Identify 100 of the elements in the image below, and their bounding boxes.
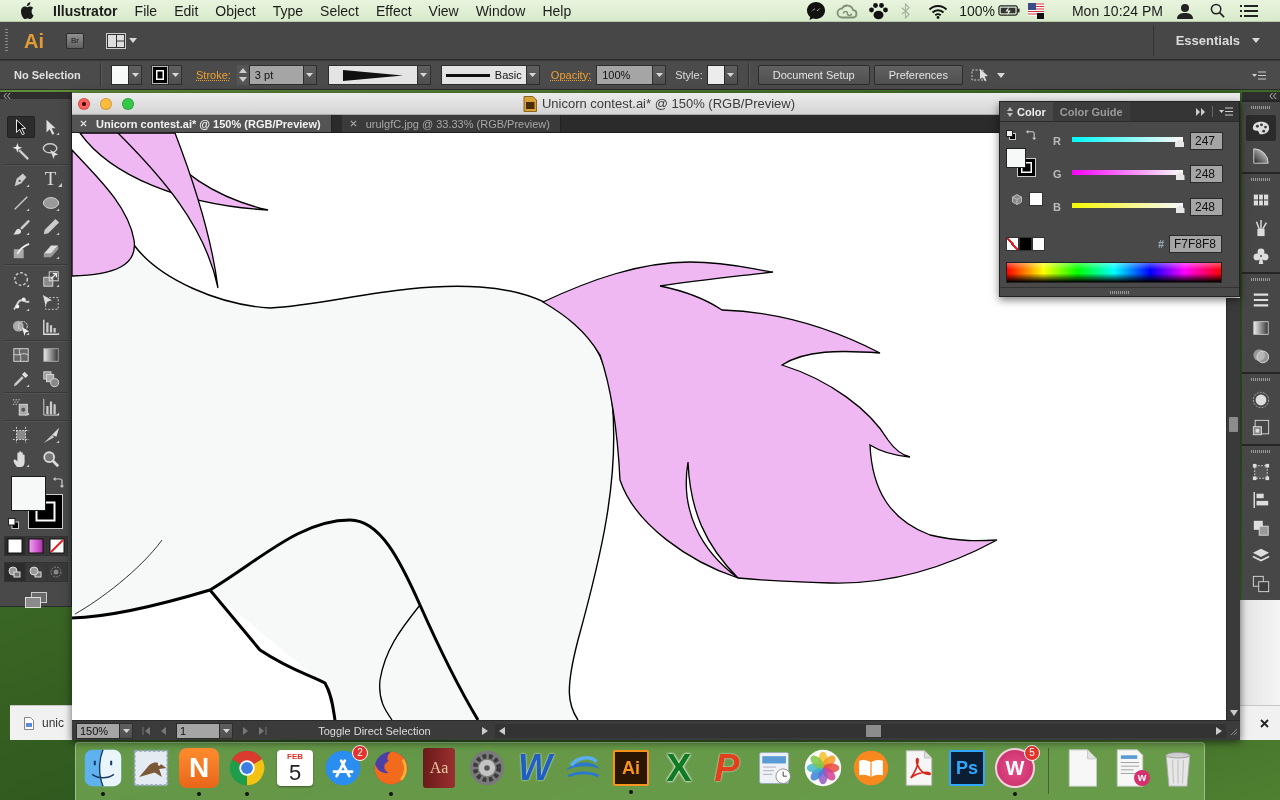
grip-handle[interactable] xyxy=(1109,291,1130,294)
collapse-icon[interactable] xyxy=(3,93,11,99)
opacity-field[interactable]: 100% xyxy=(596,65,654,85)
type-tool-button[interactable]: T xyxy=(36,168,65,190)
solid-swatch-icon[interactable] xyxy=(4,537,25,555)
cube-icon[interactable] xyxy=(1012,193,1022,205)
color-swatch[interactable] xyxy=(1032,237,1045,251)
cloud-icon[interactable] xyxy=(836,2,859,19)
paw-icon[interactable] xyxy=(868,1,890,20)
stroke-swatch[interactable] xyxy=(151,65,169,85)
grip-handle[interactable] xyxy=(1251,450,1271,453)
color-panel-button[interactable] xyxy=(1246,115,1276,141)
gear-icon[interactable] xyxy=(467,748,507,788)
web-color-swatch[interactable] xyxy=(1029,192,1043,206)
slider-thumb[interactable] xyxy=(1175,139,1185,147)
close-button[interactable] xyxy=(78,97,90,110)
menu-item[interactable]: Select xyxy=(320,2,359,19)
swap-arrow-icon[interactable] xyxy=(52,477,64,488)
chat-bubble-icon[interactable] xyxy=(806,0,827,21)
bridge-button[interactable]: Br xyxy=(66,32,84,49)
grip-handle[interactable] xyxy=(1251,106,1271,109)
value-field[interactable]: 248 xyxy=(1190,165,1223,183)
zoom-level-field[interactable]: 150% xyxy=(76,722,120,739)
collapse-icon[interactable] xyxy=(1269,93,1277,99)
graphic-style-swatch[interactable] xyxy=(706,65,725,85)
fill-swatch[interactable] xyxy=(1006,148,1026,168)
status-text[interactable]: Toggle Direct Selection xyxy=(267,724,482,737)
document-tab[interactable]: urulgfC.jpg @ 33.33% (RGB/Preview) xyxy=(341,115,561,132)
previous-icon[interactable] xyxy=(159,726,167,735)
grip-handle[interactable] xyxy=(1251,178,1271,181)
down-arrow-icon[interactable] xyxy=(1230,710,1238,716)
selection-tool-button[interactable] xyxy=(6,116,35,138)
next-icon[interactable] xyxy=(242,726,250,735)
menu-item[interactable]: Window xyxy=(475,2,526,19)
draw-normal-icon[interactable] xyxy=(4,563,25,581)
dropdown-button[interactable] xyxy=(653,65,667,85)
slider-thumb[interactable] xyxy=(1175,205,1185,213)
app-tile[interactable]: Ai xyxy=(613,750,649,786)
calendar-tile[interactable]: FEB 5 xyxy=(277,750,313,786)
tricolor-circle-icon[interactable] xyxy=(227,748,267,788)
value-field[interactable]: 247 xyxy=(1190,132,1223,150)
last-icon[interactable] xyxy=(259,726,267,735)
panel-tab[interactable]: Color xyxy=(1000,102,1053,121)
file-name[interactable]: unic xyxy=(42,716,64,730)
menu-item[interactable]: Object xyxy=(215,2,256,19)
bird-stamp-icon[interactable] xyxy=(131,748,171,788)
scroll-thumb[interactable] xyxy=(866,724,881,737)
default-colors-icon[interactable] xyxy=(7,518,19,529)
search-icon[interactable] xyxy=(1210,3,1225,18)
color-spectrum[interactable] xyxy=(1006,262,1222,283)
grip-handle[interactable] xyxy=(1251,278,1271,281)
stroke-link[interactable]: Stroke: xyxy=(196,69,231,81)
draw-behind-icon[interactable] xyxy=(25,563,46,581)
smiling-face-icon[interactable] xyxy=(83,748,123,788)
hex-field[interactable]: F7F8F8 xyxy=(1169,235,1222,253)
menu-item[interactable]: Effect xyxy=(376,2,412,19)
menu-item[interactable]: Illustrator xyxy=(53,2,118,19)
panel-menu-icon[interactable] xyxy=(1252,70,1266,80)
arrange-documents-button[interactable] xyxy=(106,32,137,49)
dropdown-button[interactable] xyxy=(120,722,133,739)
width-profile-field[interactable] xyxy=(327,65,418,85)
dropdown-button[interactable] xyxy=(220,722,233,739)
menu-item[interactable]: Type xyxy=(272,2,304,19)
document-setup-button[interactable]: Document Setup xyxy=(757,65,870,85)
first-icon[interactable] xyxy=(142,726,150,735)
right-triangle-icon[interactable] xyxy=(482,726,488,735)
document-tab[interactable]: Unicorn contest.ai* @ 150% (RGB/Preview) xyxy=(72,115,332,132)
value-field[interactable]: 248 xyxy=(1190,198,1223,216)
none-swatch[interactable] xyxy=(1006,237,1019,251)
flower-icon[interactable] xyxy=(803,748,843,788)
menu-item[interactable]: Edit xyxy=(174,2,199,19)
menu-item[interactable]: Help xyxy=(542,2,572,19)
app-tile[interactable]: Aa xyxy=(423,748,455,788)
dropdown-button[interactable] xyxy=(169,65,182,85)
dropdown-button[interactable] xyxy=(129,65,142,85)
swap-arrow-icon[interactable] xyxy=(1026,130,1036,140)
flag-icon[interactable] xyxy=(1027,2,1044,19)
stroke-weight-field[interactable]: 3 pt xyxy=(248,65,304,85)
app-tile[interactable]: Ps xyxy=(949,750,985,786)
right-arrow-icon[interactable] xyxy=(1216,726,1222,735)
opacity-link[interactable]: Opacity: xyxy=(550,69,592,81)
screen-mode-icon[interactable] xyxy=(24,592,47,608)
list-icon[interactable] xyxy=(1240,3,1258,18)
artboard-number-field[interactable]: 1 xyxy=(176,722,220,739)
battery-icon[interactable] xyxy=(997,4,1020,17)
left-arrow-icon[interactable] xyxy=(499,726,505,735)
spinner-arrows-icon[interactable] xyxy=(236,65,249,85)
none-swatch-icon[interactable] xyxy=(46,537,67,555)
panel-menu-icon[interactable] xyxy=(1219,107,1233,116)
fill-stroke-icon[interactable] xyxy=(10,476,63,529)
select-similar-button[interactable] xyxy=(971,67,1005,83)
menu-item[interactable]: File xyxy=(134,2,158,19)
wifi-icon[interactable] xyxy=(928,2,949,19)
apple-icon[interactable] xyxy=(20,2,34,19)
preferences-button[interactable]: Preferences xyxy=(873,65,963,85)
fill-stroke-icon[interactable] xyxy=(1006,130,1016,140)
clock[interactable]: Mon 10:24 PM xyxy=(1071,2,1163,19)
grip-handle[interactable] xyxy=(5,28,8,53)
slider-thumb[interactable] xyxy=(1175,172,1185,180)
crossed-strokes-icon[interactable] xyxy=(323,748,363,788)
